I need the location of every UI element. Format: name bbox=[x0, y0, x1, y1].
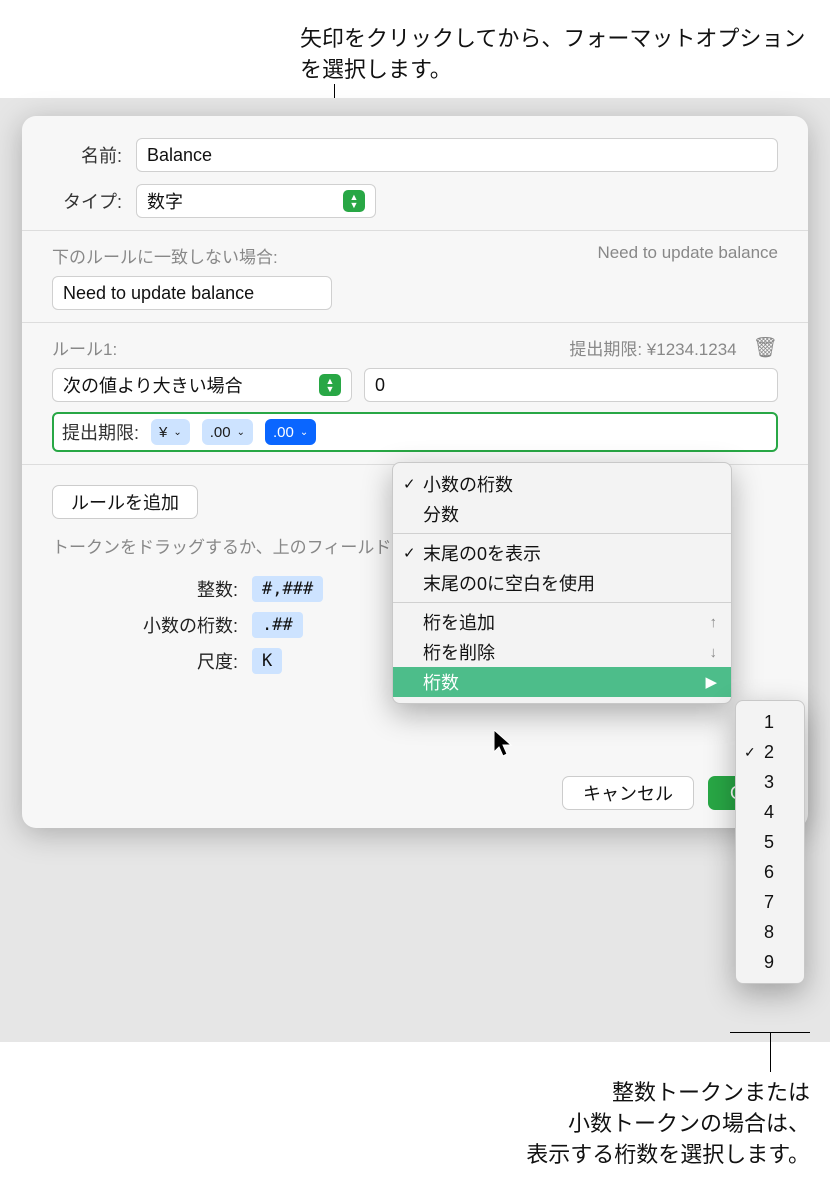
scale-token-label: 尺度: bbox=[52, 648, 252, 674]
type-value: 数字 bbox=[147, 188, 183, 214]
callout-top: 矢印をクリックしてから、フォーマットオプションを選択します。 bbox=[300, 24, 810, 86]
down-arrow-icon: ↓ bbox=[710, 644, 718, 661]
threshold-input[interactable]: 0 bbox=[364, 368, 778, 402]
digits-option[interactable]: 7 bbox=[736, 887, 804, 917]
condition-value: 次の値より大きい場合 bbox=[63, 372, 243, 398]
decimal-token[interactable]: .00⌄ bbox=[202, 419, 253, 445]
digits-option[interactable]: 4 bbox=[736, 797, 804, 827]
menu-item-show-trailing-zero[interactable]: ✓ 末尾の0を表示 bbox=[393, 538, 731, 568]
menu-item-remove-digit[interactable]: 桁を削除 ↓ bbox=[393, 637, 731, 667]
condition-select[interactable]: 次の値より大きい場合 ▲▼ bbox=[52, 368, 352, 402]
format-token-row[interactable]: 提出期限: ¥⌄ .00⌄ .00⌄ bbox=[52, 412, 778, 452]
type-label: タイプ: bbox=[52, 188, 136, 214]
menu-item-digit-count[interactable]: 桁数 ▶ bbox=[393, 667, 731, 697]
chevron-down-icon: ⌄ bbox=[300, 427, 308, 438]
callout-line bbox=[770, 1032, 771, 1072]
divider bbox=[22, 230, 808, 231]
digits-submenu: 1✓23456789 bbox=[735, 700, 805, 984]
name-input[interactable]: Balance bbox=[136, 138, 778, 172]
chevron-updown-icon: ▲▼ bbox=[343, 190, 365, 212]
int-token[interactable]: #,### bbox=[252, 576, 323, 602]
trash-icon[interactable]: 🗑 bbox=[753, 335, 778, 360]
name-label: 名前: bbox=[52, 142, 136, 168]
menu-item-decimal-places[interactable]: ✓ 小数の桁数 bbox=[393, 469, 731, 499]
check-icon: ✓ bbox=[403, 475, 416, 493]
callout-bottom: 整数トークンまたは小数トークンの場合は、表示する桁数を選択します。 bbox=[410, 1078, 810, 1170]
menu-item-fraction[interactable]: 分数 bbox=[393, 499, 731, 529]
type-select[interactable]: 数字 ▲▼ bbox=[136, 184, 376, 218]
currency-token[interactable]: ¥⌄ bbox=[151, 419, 190, 445]
check-icon: ✓ bbox=[403, 544, 416, 562]
digits-option[interactable]: 3 bbox=[736, 767, 804, 797]
dec-token[interactable]: .## bbox=[252, 612, 303, 638]
decimal-token-selected[interactable]: .00⌄ bbox=[265, 419, 316, 445]
menu-item-trailing-zero-space[interactable]: 末尾の0に空白を使用 bbox=[393, 568, 731, 598]
add-rule-button[interactable]: ルールを追加 bbox=[52, 485, 198, 519]
chevron-down-icon: ⌄ bbox=[173, 427, 181, 438]
dec-token-label: 小数の桁数: bbox=[52, 612, 252, 638]
no-match-label: 下のルールに一致しない場合: bbox=[52, 243, 278, 268]
digits-option[interactable]: 1 bbox=[736, 707, 804, 737]
token-row-label: 提出期限: bbox=[62, 419, 139, 445]
cancel-button[interactable]: キャンセル bbox=[562, 776, 694, 810]
rule-title: ルール1: bbox=[52, 335, 117, 360]
menu-divider bbox=[393, 602, 731, 603]
menu-item-add-digit[interactable]: 桁を追加 ↑ bbox=[393, 607, 731, 637]
digits-option[interactable]: 9 bbox=[736, 947, 804, 977]
int-token-label: 整数: bbox=[52, 576, 252, 602]
digits-option[interactable]: 8 bbox=[736, 917, 804, 947]
up-arrow-icon: ↑ bbox=[710, 614, 718, 631]
check-icon: ✓ bbox=[744, 744, 756, 761]
format-options-menu: ✓ 小数の桁数 分数 ✓ 末尾の0を表示 末尾の0に空白を使用 桁を追加 ↑ 桁… bbox=[392, 462, 732, 704]
scale-token[interactable]: K bbox=[252, 648, 282, 674]
cursor-icon bbox=[494, 730, 516, 758]
chevron-updown-icon: ▲▼ bbox=[319, 374, 341, 396]
menu-divider bbox=[393, 533, 731, 534]
digits-option[interactable]: 6 bbox=[736, 857, 804, 887]
divider bbox=[22, 322, 808, 323]
chevron-down-icon: ⌄ bbox=[237, 427, 245, 438]
digits-option[interactable]: ✓2 bbox=[736, 737, 804, 767]
rule-preview: 提出期限: ¥1234.1234 bbox=[569, 335, 736, 360]
no-match-preview: Need to update balance bbox=[597, 243, 778, 268]
chevron-right-icon: ▶ bbox=[705, 673, 717, 691]
digits-option[interactable]: 5 bbox=[736, 827, 804, 857]
no-match-input[interactable]: Need to update balance bbox=[52, 276, 332, 310]
